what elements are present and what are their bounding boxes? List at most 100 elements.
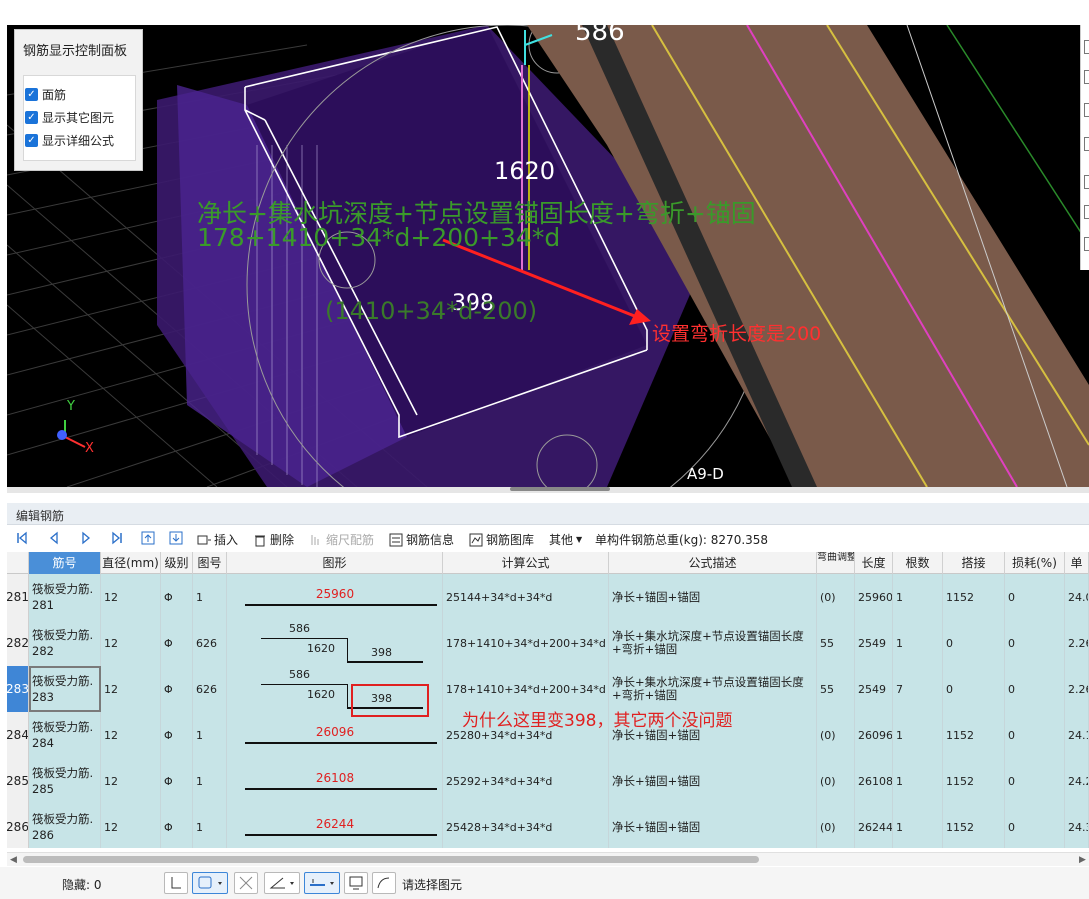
col-header-grade[interactable]: 级别 <box>161 552 193 574</box>
cell-diameter[interactable]: 12 <box>101 804 161 848</box>
row-index[interactable]: 286 <box>7 804 29 848</box>
cell-loss[interactable]: 0 <box>1005 620 1065 666</box>
cell-bar-name[interactable]: 筏板受力筋. 284 <box>29 712 101 758</box>
angle-button[interactable] <box>264 872 300 894</box>
cell-shape[interactable]: 586 1620 398 <box>227 620 443 666</box>
table-row[interactable]: 286 筏板受力筋. 286 12 Φ 1 26244 25428+34*d+34*d 净长+锚… <box>7 804 1089 848</box>
view-tool-icon[interactable] <box>1084 137 1089 151</box>
cell-length[interactable]: 26096 <box>855 712 893 758</box>
checkbox-show-detailed-formula[interactable]: ✓ 显示详细公式 <box>25 132 114 149</box>
col-header-count[interactable]: 根数 <box>893 552 943 574</box>
table-row[interactable]: 281 筏板受力筋. 281 12 Φ 1 25960 25144+34*d+34*d 净长+锚… <box>7 574 1089 620</box>
col-header-shape-no[interactable]: 图号 <box>193 552 227 574</box>
cell-lap[interactable]: 0 <box>943 620 1005 666</box>
col-header-loss[interactable]: 损耗(%) <box>1005 552 1065 574</box>
curve-tool-button[interactable] <box>372 872 396 894</box>
cell-diameter[interactable]: 12 <box>101 574 161 620</box>
table-row[interactable]: 282 筏板受力筋. 282 12 Φ 626 586 1620 398 178+1410+34*… <box>7 620 1089 666</box>
scale-config-button[interactable]: 缩尺配筋 <box>309 531 374 548</box>
cell-grade[interactable]: Φ <box>161 574 193 620</box>
cell-count[interactable]: 1 <box>893 804 943 848</box>
cell-shape-no[interactable]: 1 <box>193 712 227 758</box>
col-header-formula[interactable]: 计算公式 <box>443 552 609 574</box>
cell-bar-name[interactable]: 筏板受力筋. 286 <box>29 804 101 848</box>
cell-count[interactable]: 1 <box>893 712 943 758</box>
view-tool-icon[interactable] <box>1084 237 1089 251</box>
cross-snap-button[interactable] <box>234 872 258 894</box>
scroll-right-icon[interactable]: ▶ <box>1079 855 1086 865</box>
cell-grade[interactable]: Φ <box>161 712 193 758</box>
cell-diameter[interactable]: 12 <box>101 620 161 666</box>
cell-bend[interactable]: (0) <box>817 758 855 804</box>
cell-length[interactable]: 26244 <box>855 804 893 848</box>
col-header-bend[interactable]: 弯曲调整 <box>817 552 855 574</box>
cell-formula[interactable]: 25428+34*d+34*d <box>443 804 609 848</box>
cell-unit[interactable]: 2.26 <box>1065 620 1089 666</box>
panel-splitter[interactable] <box>7 487 1089 493</box>
cell-length[interactable]: 2549 <box>855 620 893 666</box>
row-index[interactable]: 282 <box>7 620 29 666</box>
cell-shape-no[interactable]: 1 <box>193 574 227 620</box>
cell-unit[interactable]: 24.0 <box>1065 574 1089 620</box>
view-tool-icon[interactable] <box>1084 103 1089 117</box>
insert-button[interactable]: 插入 <box>197 531 238 548</box>
cell-desc[interactable]: 净长+集水坑深度+节点设置锚固长度+弯折+锚固 <box>609 620 817 666</box>
cell-loss[interactable]: 0 <box>1005 666 1065 712</box>
rebar-library-button[interactable]: 钢筋图库 <box>469 531 534 548</box>
table-row[interactable]: 285 筏板受力筋. 285 12 Φ 1 26108 25292+34*d+34*d 净长+锚… <box>7 758 1089 804</box>
cell-lap[interactable]: 1152 <box>943 758 1005 804</box>
cell-loss[interactable]: 0 <box>1005 574 1065 620</box>
cell-formula[interactable]: 25144+34*d+34*d <box>443 574 609 620</box>
cell-desc[interactable]: 净长+锚固+锚固 <box>609 758 817 804</box>
move-up-button[interactable] <box>141 531 155 545</box>
view-tool-icon[interactable] <box>1084 175 1089 189</box>
cell-shape-no[interactable]: 626 <box>193 620 227 666</box>
cell-lap[interactable]: 1152 <box>943 712 1005 758</box>
col-header-desc[interactable]: 公式描述 <box>609 552 817 574</box>
cell-desc[interactable]: 净长+锚固+锚固 <box>609 804 817 848</box>
scroll-left-icon[interactable]: ◀ <box>10 855 17 865</box>
checkbox-show-other-elements[interactable]: ✓ 显示其它图元 <box>25 109 114 126</box>
first-record-button[interactable] <box>15 531 29 545</box>
cell-shape-no[interactable]: 1 <box>193 804 227 848</box>
cell-loss[interactable]: 0 <box>1005 712 1065 758</box>
view-tool-icon[interactable] <box>1084 205 1089 219</box>
cell-lap[interactable]: 0 <box>943 666 1005 712</box>
next-record-button[interactable] <box>79 531 93 545</box>
cell-diameter[interactable]: 12 <box>101 758 161 804</box>
cell-desc[interactable]: 净长+锚固+锚固 <box>609 574 817 620</box>
dimension-button[interactable] <box>304 872 340 894</box>
cell-bend[interactable]: (0) <box>817 804 855 848</box>
view-tool-icon[interactable] <box>1084 70 1089 84</box>
move-down-button[interactable] <box>169 531 183 545</box>
view-tool-icon[interactable] <box>1084 40 1089 54</box>
col-header-diameter[interactable]: 直径(mm) <box>101 552 161 574</box>
cell-bend[interactable]: 55 <box>817 620 855 666</box>
cell-count[interactable]: 1 <box>893 758 943 804</box>
cell-shape[interactable]: 26108 <box>227 758 443 804</box>
row-index[interactable]: 281 <box>7 574 29 620</box>
cell-bar-name[interactable]: 筏板受力筋. 282 <box>29 620 101 666</box>
cell-unit[interactable]: 24.2 <box>1065 758 1089 804</box>
cell-lap[interactable]: 1152 <box>943 574 1005 620</box>
col-header-length[interactable]: 长度 <box>855 552 893 574</box>
cell-shape[interactable]: 26096 <box>227 712 443 758</box>
cell-formula[interactable]: 178+1410+34*d+200+34*d <box>443 620 609 666</box>
col-header-unit[interactable]: 单 <box>1065 552 1089 574</box>
cell-bar-name[interactable]: 筏板受力筋. 283 <box>29 666 101 712</box>
row-index[interactable]: 284 <box>7 712 29 758</box>
cell-count[interactable]: 1 <box>893 574 943 620</box>
col-header-lap[interactable]: 搭接 <box>943 552 1005 574</box>
cell-diameter[interactable]: 12 <box>101 666 161 712</box>
other-menu-button[interactable]: 其他 ▼ <box>549 531 582 548</box>
cell-unit[interactable]: 24.1 <box>1065 712 1089 758</box>
col-header-bar-no[interactable]: 筋号 <box>29 552 101 574</box>
cell-lap[interactable]: 1152 <box>943 804 1005 848</box>
cell-length[interactable]: 25960 <box>855 574 893 620</box>
cell-bar-name[interactable]: 筏板受力筋. 281 <box>29 574 101 620</box>
cell-grade[interactable]: Φ <box>161 758 193 804</box>
cell-count[interactable]: 7 <box>893 666 943 712</box>
cell-count[interactable]: 1 <box>893 620 943 666</box>
delete-button[interactable]: 删除 <box>253 531 294 548</box>
cell-loss[interactable]: 0 <box>1005 758 1065 804</box>
